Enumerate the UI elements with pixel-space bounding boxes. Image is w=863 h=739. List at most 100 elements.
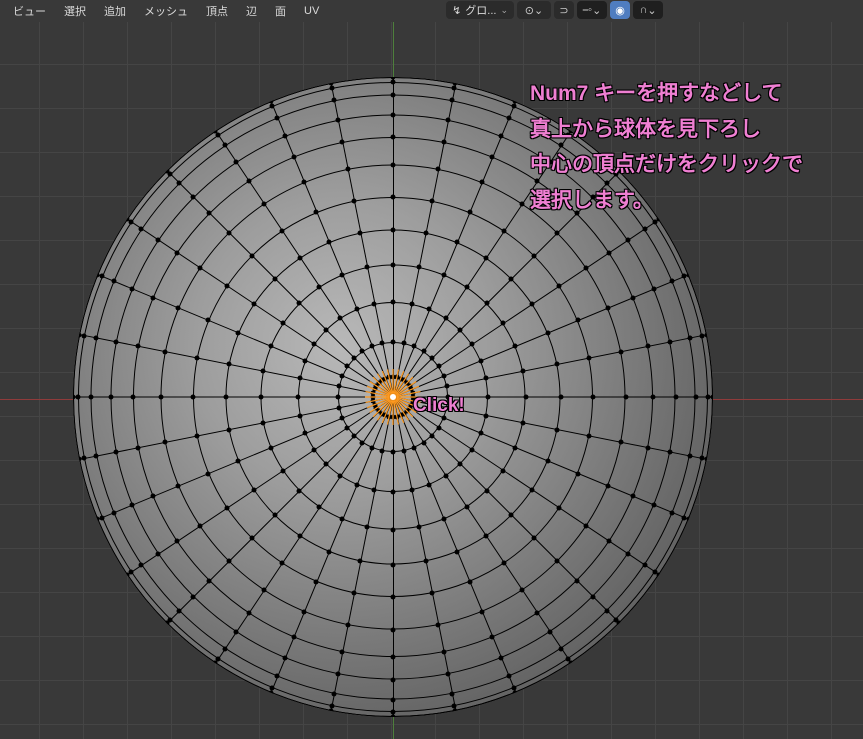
mesh-vertex[interactable]	[530, 301, 535, 306]
mesh-vertex[interactable]	[326, 240, 331, 245]
mesh-vertex[interactable]	[555, 427, 560, 432]
mesh-vertex[interactable]	[224, 506, 229, 511]
mesh-vertex[interactable]	[398, 376, 403, 381]
mesh-vertex[interactable]	[326, 549, 331, 554]
mesh-vertex[interactable]	[646, 445, 651, 450]
mesh-vertex[interactable]	[297, 376, 302, 381]
mesh-vertex[interactable]	[391, 490, 396, 495]
mesh-vertex[interactable]	[559, 646, 564, 651]
mesh-vertex[interactable]	[479, 180, 484, 185]
mesh-vertex[interactable]	[275, 674, 280, 679]
mesh-vertex[interactable]	[226, 362, 231, 367]
mesh-vertex[interactable]	[706, 395, 711, 400]
mesh-vertex[interactable]	[590, 195, 595, 200]
mesh-vertex[interactable]	[625, 551, 630, 556]
mesh-vertex[interactable]	[270, 686, 275, 691]
mesh-vertex[interactable]	[604, 181, 609, 186]
mesh-vertex[interactable]	[484, 255, 489, 260]
mesh-vertex[interactable]	[340, 650, 345, 655]
mesh-vertex[interactable]	[506, 115, 511, 120]
mesh-vertex[interactable]	[95, 272, 100, 277]
mesh-vertex[interactable]	[458, 327, 463, 332]
mesh-vertex[interactable]	[312, 342, 317, 347]
mesh-vertex[interactable]	[73, 395, 76, 400]
mesh-vertex[interactable]	[444, 405, 449, 410]
mesh-vertex[interactable]	[509, 276, 514, 281]
mesh-vertex[interactable]	[297, 301, 302, 306]
mesh-vertex[interactable]	[99, 274, 104, 279]
mesh-vertex[interactable]	[354, 482, 359, 487]
mesh-vertex[interactable]	[312, 447, 317, 452]
mesh-vertex[interactable]	[194, 434, 199, 439]
mesh-vertex[interactable]	[613, 172, 618, 177]
mesh-vertex[interactable]	[427, 482, 432, 487]
menu-select[interactable]: 選択	[55, 0, 95, 22]
mesh-vertex[interactable]	[391, 655, 396, 660]
mesh-vertex[interactable]	[223, 395, 228, 400]
mesh-vertex[interactable]	[372, 488, 377, 493]
mesh-vertex[interactable]	[469, 447, 474, 452]
mesh-vertex[interactable]	[409, 301, 414, 306]
snap-toggle[interactable]: ⊃	[554, 1, 574, 19]
mesh-vertex[interactable]	[302, 609, 307, 614]
menu-view[interactable]: ビュー	[4, 0, 55, 22]
mesh-vertex[interactable]	[686, 517, 691, 522]
mesh-vertex[interactable]	[376, 409, 381, 414]
mesh-vertex[interactable]	[77, 332, 82, 337]
mesh-vertex[interactable]	[317, 284, 322, 289]
mesh-vertex[interactable]	[129, 570, 134, 575]
mesh-vertex[interactable]	[226, 559, 231, 564]
mesh-vertex[interactable]	[369, 445, 374, 450]
mesh-vertex[interactable]	[345, 425, 350, 430]
mesh-vertex[interactable]	[407, 383, 412, 388]
mesh-vertex[interactable]	[444, 384, 449, 389]
mesh-vertex[interactable]	[246, 178, 251, 183]
mesh-vertex[interactable]	[280, 468, 285, 473]
mesh-vertex[interactable]	[297, 488, 302, 493]
mesh-vertex[interactable]	[652, 570, 657, 575]
mesh-vertex[interactable]	[443, 473, 448, 478]
mesh-vertex[interactable]	[499, 134, 504, 139]
mesh-vertex[interactable]	[340, 517, 345, 522]
mesh-vertex[interactable]	[409, 402, 414, 407]
mesh-vertex[interactable]	[446, 395, 451, 400]
mesh-vertex[interactable]	[340, 416, 345, 421]
mesh-vertex[interactable]	[453, 708, 458, 713]
mesh-vertex[interactable]	[215, 133, 220, 138]
mesh-vertex[interactable]	[303, 358, 308, 363]
mesh-vertex[interactable]	[345, 623, 350, 628]
mesh-vertex[interactable]	[215, 656, 220, 661]
mesh-vertex[interactable]	[436, 623, 441, 628]
mesh-vertex[interactable]	[405, 380, 410, 385]
mesh-vertex[interactable]	[574, 578, 579, 583]
mesh-vertex[interactable]	[331, 691, 336, 696]
mesh-vertex[interactable]	[568, 128, 573, 133]
mesh-vertex[interactable]	[646, 344, 651, 349]
mesh-vertex[interactable]	[591, 395, 596, 400]
menu-mesh[interactable]: メッシュ	[135, 0, 197, 22]
mesh-vertex[interactable]	[197, 524, 202, 529]
mesh-vertex[interactable]	[314, 579, 319, 584]
mesh-vertex[interactable]	[297, 413, 302, 418]
mesh-vertex[interactable]	[335, 117, 340, 122]
mesh-vertex[interactable]	[82, 333, 87, 338]
mesh-vertex[interactable]	[391, 135, 396, 140]
mesh-vertex[interactable]	[464, 284, 469, 289]
mesh-vertex[interactable]	[535, 178, 540, 183]
mesh-vertex[interactable]	[164, 621, 169, 626]
mesh-vertex[interactable]	[135, 445, 140, 450]
mesh-vertex[interactable]	[270, 103, 275, 108]
mesh-vertex[interactable]	[191, 395, 196, 400]
mesh-vertex[interactable]	[139, 226, 144, 231]
mesh-vertex[interactable]	[168, 172, 173, 177]
mesh-vertex[interactable]	[607, 539, 612, 544]
mesh-vertex[interactable]	[177, 181, 182, 186]
mesh-vertex[interactable]	[545, 330, 550, 335]
mesh-vertex[interactable]	[441, 373, 446, 378]
mesh-vertex[interactable]	[455, 549, 460, 554]
mesh-vertex[interactable]	[501, 321, 506, 326]
mesh-vertex[interactable]	[555, 230, 560, 235]
mesh-vertex[interactable]	[391, 562, 396, 567]
mesh-vertex[interactable]	[130, 503, 135, 508]
mesh-vertex[interactable]	[261, 420, 266, 425]
